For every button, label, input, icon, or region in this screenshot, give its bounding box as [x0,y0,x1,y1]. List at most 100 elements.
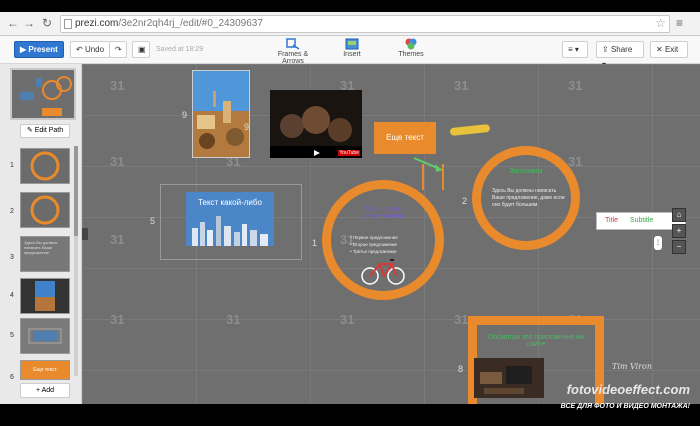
bicycle-image[interactable] [360,256,406,286]
park-photo [193,71,249,157]
grid-label: 31 [226,312,241,327]
bookmark-star-icon[interactable]: ☆ [655,16,666,30]
watermark-brand: fotovideoeffect.com [566,382,690,397]
path-thumbnail-5[interactable] [20,318,70,354]
highlighter-stroke[interactable] [449,123,491,137]
overview-thumbnail[interactable] [10,68,76,120]
save-icon: ▣ [138,45,146,54]
browser-menu-icon[interactable]: ≡ [676,16,688,30]
ring2-body: Здесь Вы должны написать Ваше предложени… [492,188,565,208]
thumb-preview [30,151,60,181]
themes-tool[interactable]: Themes [398,38,424,58]
grid-label: 31 [568,154,583,169]
share-icon: ⇪ [602,45,609,54]
play-icon: ▶ [20,45,27,54]
frame-number-2: 2 [462,196,468,206]
bullet-item: • Второе предложение [350,242,398,247]
insert-tool[interactable]: Insert [338,38,366,58]
grid-label: 31 [110,154,125,169]
view-menu-button[interactable]: ≡ ▾ [562,41,588,58]
sidebar-collapse-handle[interactable] [82,228,88,240]
frame-number-8: 8 [458,364,464,374]
undo-button[interactable]: ↶ Undo [70,41,111,58]
title-style-option[interactable]: Title [597,217,618,224]
redo-button[interactable]: ↷ [109,41,127,58]
zoom-in-icon[interactable]: + [672,224,686,238]
city-image-card[interactable]: Текст какой-либо [186,192,274,246]
exit-button[interactable]: ✕ Exit [650,41,688,58]
back-arrow-icon[interactable]: ← [6,16,20,30]
frame-number-5: 5 [150,216,156,226]
forward-arrow-icon[interactable]: → [22,16,36,30]
grid-label: 31 [568,78,583,93]
reload-icon[interactable]: ↻ [40,16,54,30]
close-icon: ✕ [656,45,663,54]
thumb-text: Еще текст [33,367,57,373]
watermark-signature: Tim Viron [611,362,652,371]
park-photo-frame[interactable] [192,70,250,158]
path-thumbnail-3[interactable]: Здесь Вы должны написать Ваше предложени… [20,236,70,272]
frame-number-9: 9 [244,122,250,132]
frame-number-9-left: 9 [182,110,188,120]
video-frame[interactable]: YouTube [270,90,362,158]
overview-preview [20,76,72,116]
browser-chrome: ← → ↻ prezi.com/3e2nr2qh4rj_/edit/#0_243… [0,12,700,36]
path-thumbnail-1[interactable] [20,148,70,184]
more-options-icon[interactable]: ⋮ [654,236,662,250]
thumb-number: 6 [10,374,14,381]
city-skyline [192,216,268,246]
thumb-number: 5 [10,332,14,339]
frames-arrows-icon [286,38,300,50]
url-domain: prezi.com [75,18,119,29]
desk-photo[interactable] [474,358,544,398]
saved-status: Saved at 18:29 [156,46,204,53]
path-thumbnail-6[interactable]: Еще текст [20,360,70,380]
prezi-canvas[interactable]: 31 31 31 31 31 31 31 31 31 31 31 31 31 3… [82,64,700,404]
present-button[interactable]: ▶ Present [14,41,64,58]
add-button[interactable]: + Add [20,383,70,398]
grid-label: 31 [454,312,469,327]
grid-label: 31 [454,78,469,93]
share-button[interactable]: ⇪ Share ▾ [596,41,644,69]
address-bar[interactable]: prezi.com/3e2nr2qh4rj_/edit/#0_24309637 [60,15,670,33]
ring1-bullets: • Первое предложение • Второе предложени… [350,234,420,255]
save-button[interactable]: ▣ [132,41,150,58]
zoom-out-icon[interactable]: − [672,240,686,254]
frame-number-1: 1 [312,238,318,248]
bottom-frame-title: Посмотри это приложение на сайте [488,334,584,348]
scrollbar-thumb[interactable] [74,146,78,236]
thumb-text: Здесь Вы должны написать Ваше предложени… [24,240,58,255]
path-thumbnail-2[interactable] [20,192,70,228]
video-preview [270,90,362,158]
path-sidebar: ✎ Edit Path 1 2 3 Здесь Вы должны написа… [0,64,82,404]
thumb-number: 3 [10,254,14,261]
home-icon[interactable]: ⌂ [672,208,686,222]
plus-icon: + [35,387,41,394]
insert-icon [345,38,359,50]
edit-path-button[interactable]: ✎ Edit Path [20,124,70,138]
bullet-item: • Третье предложение [350,249,397,254]
thumb-preview [35,281,55,311]
ring2-title: Заголовок [509,168,543,175]
orange-text-box[interactable]: Еще текст [374,122,436,154]
themes-icon [405,38,417,50]
sidebar-scrollbar[interactable] [74,146,78,376]
page-icon [64,19,72,29]
bracket-frame-small[interactable] [422,164,444,190]
zoom-controls: ⌂ + − [672,208,686,256]
path-thumbnail-4[interactable] [20,278,70,314]
watermark-tagline: ВСЕ ДЛЯ ФОТО И ВИДЕО МОНТАЖА! [560,403,690,410]
ring1-title: Мои новые презентации [362,206,404,220]
frames-arrows-tool[interactable]: Frames & Arrows [268,38,318,65]
screen: ← → ↻ prezi.com/3e2nr2qh4rj_/edit/#0_243… [0,0,700,426]
grid-label: 31 [110,312,125,327]
bullet-item: • Первое предложение [350,235,398,240]
thumb-number: 1 [10,162,14,169]
grid-label: 31 [110,232,125,247]
prezi-toolbar: ▶ Present ↶ Undo ↷ ▣ Saved at 18:29 Fram… [0,36,700,69]
redo-icon: ↷ [115,45,122,54]
city-card-title: Текст какой-либо [198,198,262,207]
youtube-badge: YouTube [338,150,360,156]
url-path: /3e2nr2qh4rj_/edit/#0_24309637 [118,18,263,29]
subtitle-style-option[interactable]: Subtitle [620,217,653,224]
